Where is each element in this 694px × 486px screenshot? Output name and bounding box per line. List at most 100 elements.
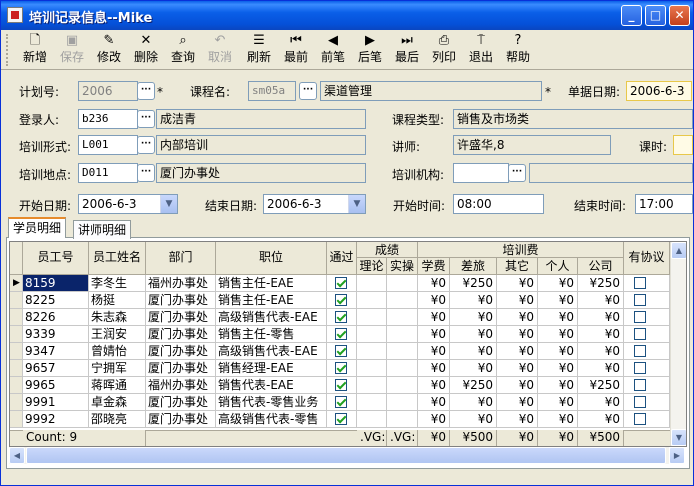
cell-theory[interactable] xyxy=(357,377,387,394)
cell-personal[interactable]: ¥0 xyxy=(538,292,578,309)
title-bar[interactable]: 培训记录信息--Mike _ □ ✕ xyxy=(1,1,693,30)
passed-checkbox[interactable] xyxy=(335,378,347,391)
cell-other[interactable]: ¥0 xyxy=(497,326,538,343)
cell-agreement[interactable] xyxy=(624,377,670,394)
row-indicator[interactable] xyxy=(10,360,23,377)
location-code-field[interactable]: D011 xyxy=(78,163,138,183)
cell-emp-name[interactable]: 杨挺 xyxy=(89,292,146,309)
column-header-position[interactable]: 职位 xyxy=(216,242,327,275)
help-button[interactable]: ? 帮助 xyxy=(500,32,536,68)
cell-dept[interactable]: 厦门办事处 xyxy=(146,326,216,343)
end-date-picker[interactable]: 2006-6-3 ▼ xyxy=(263,194,366,214)
cell-practice[interactable] xyxy=(387,377,418,394)
column-header-other[interactable]: 其它 xyxy=(497,258,538,275)
agreement-checkbox[interactable] xyxy=(634,327,646,340)
cell-travel[interactable]: ¥0 xyxy=(450,360,497,377)
passed-checkbox[interactable] xyxy=(335,412,347,425)
start-time-field[interactable]: 08:00 xyxy=(453,194,544,214)
cell-theory[interactable] xyxy=(357,275,387,292)
cell-passed[interactable] xyxy=(327,394,357,411)
cell-travel[interactable]: ¥0 xyxy=(450,411,497,428)
exit-button[interactable]: ⍑ 退出 xyxy=(463,32,499,68)
column-header-emp-no[interactable]: 员工号 xyxy=(23,242,89,275)
row-indicator[interactable] xyxy=(10,309,23,326)
row-indicator[interactable] xyxy=(10,411,23,428)
chevron-down-icon[interactable]: ▼ xyxy=(160,195,177,213)
cell-practice[interactable] xyxy=(387,292,418,309)
scroll-left-button[interactable]: ◀ xyxy=(9,447,25,464)
registrant-code-field[interactable]: b236 xyxy=(78,109,138,129)
cell-travel[interactable]: ¥0 xyxy=(450,292,497,309)
cell-emp-name[interactable]: 蒋晖通 xyxy=(89,377,146,394)
cell-tuition[interactable]: ¥0 xyxy=(418,360,450,377)
cell-practice[interactable] xyxy=(387,411,418,428)
cell-emp-no[interactable]: 9965 xyxy=(23,377,89,394)
cell-tuition[interactable]: ¥0 xyxy=(418,411,450,428)
training-form-code-field[interactable]: L001 xyxy=(78,135,138,155)
cell-agreement[interactable] xyxy=(624,309,670,326)
row-indicator[interactable] xyxy=(10,292,23,309)
cell-tuition[interactable]: ¥0 xyxy=(418,309,450,326)
cell-emp-name[interactable]: 宁拥军 xyxy=(89,360,146,377)
agreement-checkbox[interactable] xyxy=(634,378,646,391)
maximize-button[interactable]: □ xyxy=(645,5,666,26)
org-lookup-button[interactable]: ··· xyxy=(508,164,526,182)
cell-travel[interactable]: ¥0 xyxy=(450,326,497,343)
cell-other[interactable]: ¥0 xyxy=(497,275,538,292)
column-header-personal[interactable]: 个人 xyxy=(538,258,578,275)
cell-passed[interactable] xyxy=(327,326,357,343)
cell-company[interactable]: ¥0 xyxy=(578,394,624,411)
cell-theory[interactable] xyxy=(357,360,387,377)
cell-tuition[interactable]: ¥0 xyxy=(418,275,450,292)
cell-emp-no[interactable]: 8226 xyxy=(23,309,89,326)
next-button[interactable]: ▶ 后笔 xyxy=(352,32,388,68)
cell-travel[interactable]: ¥0 xyxy=(450,343,497,360)
cell-dept[interactable]: 厦门办事处 xyxy=(146,292,216,309)
cell-tuition[interactable]: ¥0 xyxy=(418,326,450,343)
cell-agreement[interactable] xyxy=(624,394,670,411)
cell-emp-name[interactable]: 卓金森 xyxy=(89,394,146,411)
location-lookup-button[interactable]: ··· xyxy=(137,164,155,182)
chevron-down-icon[interactable]: ▼ xyxy=(348,195,365,213)
cell-personal[interactable]: ¥0 xyxy=(538,326,578,343)
registrant-lookup-button[interactable]: ··· xyxy=(137,110,155,128)
cell-travel[interactable]: ¥250 xyxy=(450,275,497,292)
cell-company[interactable]: ¥0 xyxy=(578,309,624,326)
print-button[interactable]: ⎙ 列印 xyxy=(426,32,462,68)
passed-checkbox[interactable] xyxy=(335,395,347,408)
cell-emp-name[interactable]: 王润安 xyxy=(89,326,146,343)
row-indicator[interactable]: ▶ xyxy=(10,275,23,292)
minimize-button[interactable]: _ xyxy=(621,5,642,26)
cell-personal[interactable]: ¥0 xyxy=(538,343,578,360)
cell-position[interactable]: 销售经理-EAE xyxy=(216,360,327,377)
cell-emp-no[interactable]: 9991 xyxy=(23,394,89,411)
cell-tuition[interactable]: ¥0 xyxy=(418,292,450,309)
training-form-lookup-button[interactable]: ··· xyxy=(137,136,155,154)
hours-field[interactable] xyxy=(673,135,693,155)
cell-emp-no[interactable]: 9347 xyxy=(23,343,89,360)
start-date-picker[interactable]: 2006-6-3 ▼ xyxy=(78,194,178,214)
cell-theory[interactable] xyxy=(357,292,387,309)
cell-passed[interactable] xyxy=(327,377,357,394)
cell-dept[interactable]: 厦门办事处 xyxy=(146,411,216,428)
cell-other[interactable]: ¥0 xyxy=(497,292,538,309)
passed-checkbox[interactable] xyxy=(335,361,347,374)
cell-emp-name[interactable]: 李冬生 xyxy=(89,275,146,292)
tab-lecturer-details[interactable]: 讲师明细 xyxy=(73,220,132,239)
cell-dept[interactable]: 福州办事处 xyxy=(146,275,216,292)
cell-dept[interactable]: 厦门办事处 xyxy=(146,360,216,377)
cell-dept[interactable]: 福州办事处 xyxy=(146,377,216,394)
cell-practice[interactable] xyxy=(387,343,418,360)
passed-checkbox[interactable] xyxy=(335,310,347,323)
cell-practice[interactable] xyxy=(387,394,418,411)
horizontal-scrollbar[interactable]: ◀ xyxy=(9,447,669,464)
cell-other[interactable]: ¥0 xyxy=(497,309,538,326)
column-header-dept[interactable]: 部门 xyxy=(146,242,216,275)
cell-theory[interactable] xyxy=(357,309,387,326)
cell-position[interactable]: 高级销售代表-零售 xyxy=(216,411,327,428)
cell-position[interactable]: 高级销售代表-EAE xyxy=(216,309,327,326)
cancel-button[interactable]: ↶ 取消 xyxy=(202,32,238,68)
cell-personal[interactable]: ¥0 xyxy=(538,377,578,394)
cell-agreement[interactable] xyxy=(624,343,670,360)
cell-position[interactable]: 高级销售代表-EAE xyxy=(216,343,327,360)
